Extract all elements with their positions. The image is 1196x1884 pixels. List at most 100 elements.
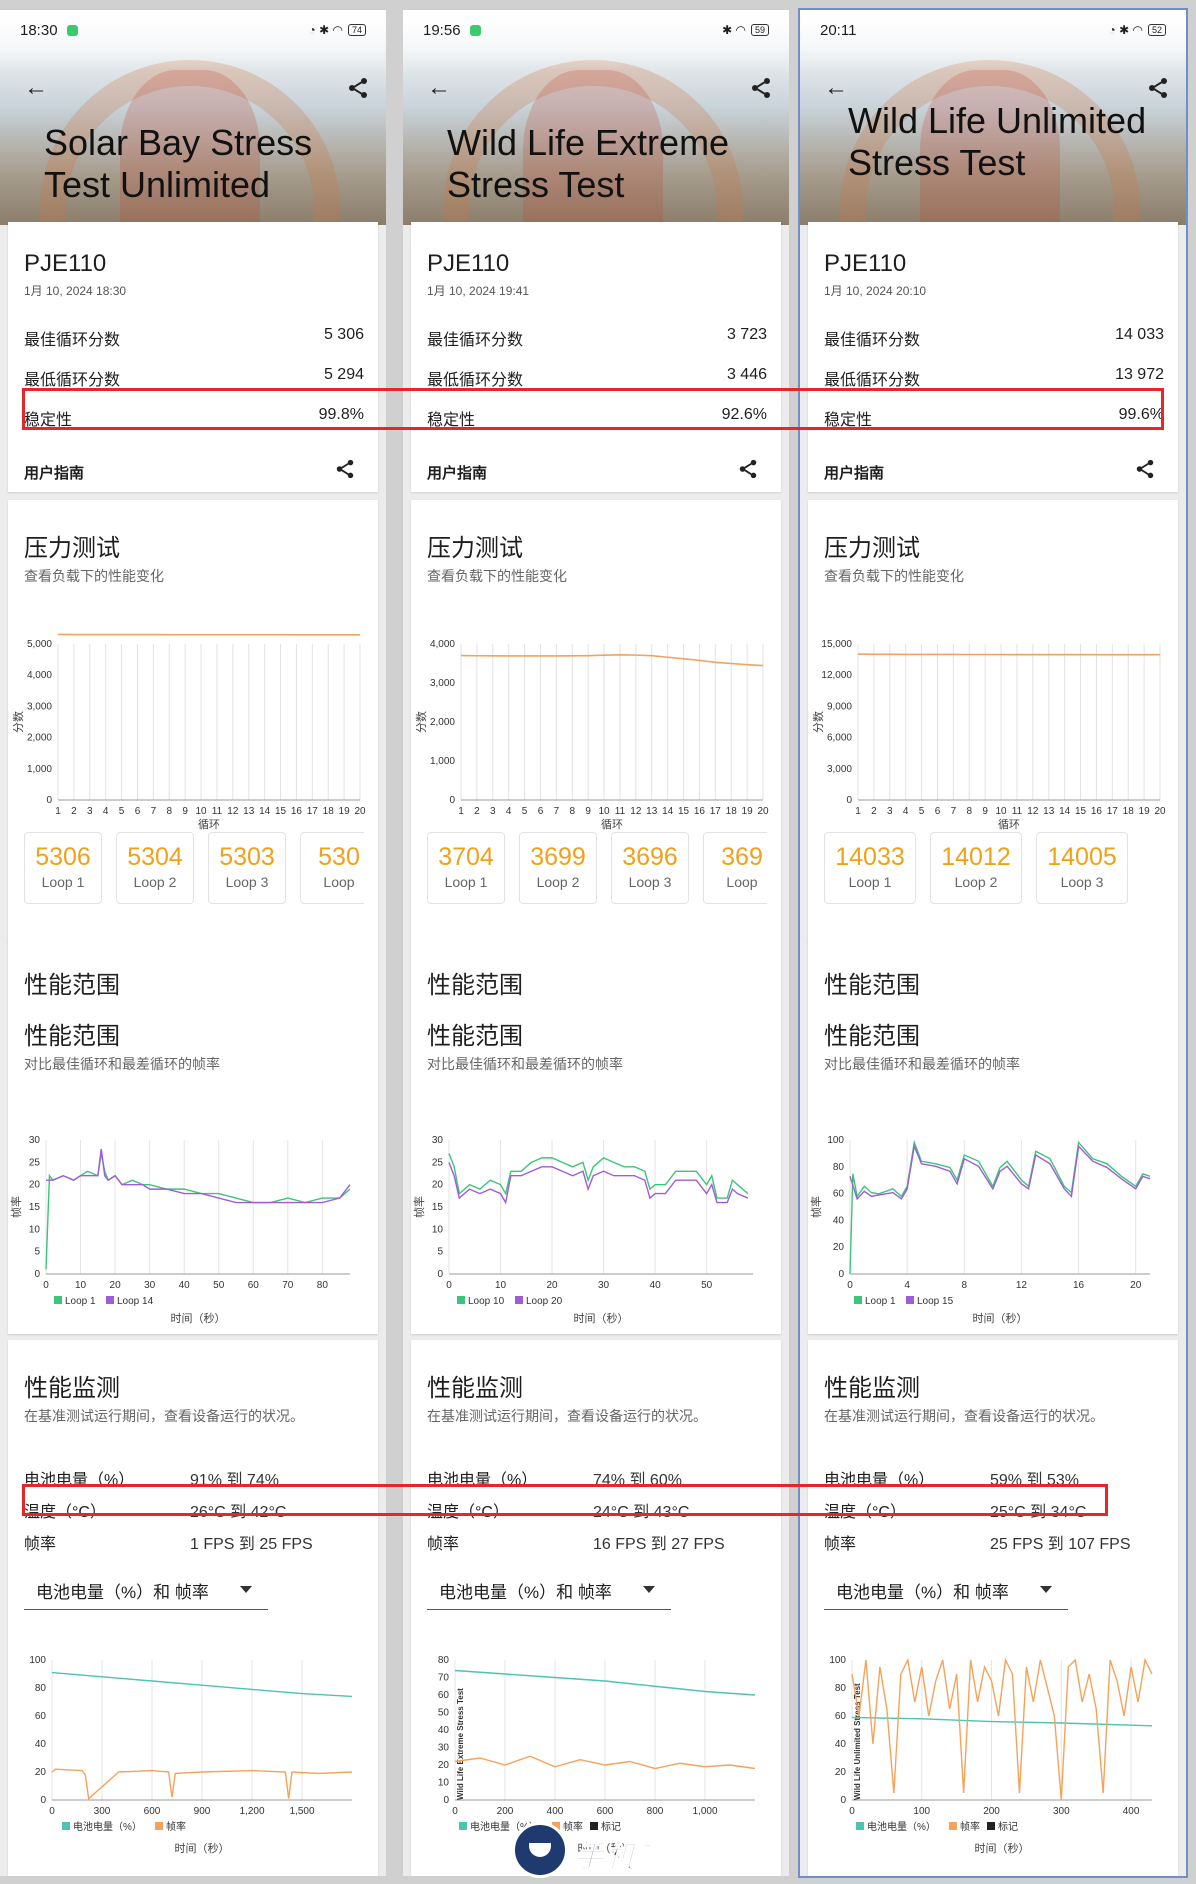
range-title-ghost: 性能范围 [24, 972, 120, 999]
legend-swatch [949, 1822, 957, 1830]
side-label: Wild Life Extreme Stress Test [456, 1688, 465, 1800]
x-axis-label: 时间（秒） [975, 1841, 1030, 1855]
y-tick-label: 20 [438, 1760, 450, 1771]
back-arrow-icon[interactable]: ← [427, 76, 451, 100]
y-tick-label: 20 [835, 1767, 847, 1778]
panel-wild-life-extreme: 19:56 ✱ ◠ 59 ← Wild Life Extreme Stress T… [403, 10, 789, 1876]
loop-score-tile[interactable]: 369 Loop [703, 832, 767, 904]
y-tick-label: 20 [29, 1180, 41, 1191]
x-tick-label: 6 [538, 806, 544, 817]
x-tick-label: 13 [1043, 806, 1055, 817]
x-tick-label: 0 [847, 1280, 853, 1291]
monitor-label: 帧率 [824, 1536, 857, 1553]
device-name: PJE110 [824, 250, 907, 277]
y-tick-label: 80 [438, 1655, 450, 1666]
benchmark-title: Wild Life Unlimited Stress Test [848, 100, 1147, 183]
user-guide-link[interactable]: 用户指南 [824, 462, 884, 483]
loop-score-tile[interactable]: 14012 Loop 2 [930, 832, 1022, 904]
y-tick-label: 10 [432, 1224, 444, 1235]
legend-label: 电池电量（%） [867, 1820, 936, 1833]
test-date: 1月 10, 2024 20:10 [824, 284, 927, 298]
y-tick-label: 3,000 [430, 678, 455, 689]
x-tick-label: 0 [452, 1806, 458, 1817]
stat-value: 5 294 [323, 366, 364, 383]
metric-dropdown[interactable]: 电池电量（%）和 帧率 [427, 1570, 671, 1610]
share-icon[interactable] [346, 76, 370, 100]
x-tick-label: 20 [1154, 806, 1166, 817]
loop-score-tile[interactable]: 530 Loop [300, 832, 364, 904]
back-arrow-icon[interactable]: ← [824, 76, 848, 100]
share-icon[interactable] [1146, 76, 1170, 100]
x-tick-label: 8 [966, 806, 972, 817]
y-tick-label: 15 [29, 1202, 41, 1213]
x-tick-label: 7 [151, 806, 157, 817]
notification-dot [66, 24, 78, 36]
loop-score-tile[interactable]: 14005 Loop 3 [1036, 832, 1128, 904]
loop-score-tile[interactable]: 5304 Loop 2 [116, 832, 194, 904]
x-tick-label: 9 [982, 806, 988, 817]
status-icons: ✱ ◠ 59 [722, 23, 769, 37]
loop-label: Loop 3 [225, 874, 269, 890]
loop-scores[interactable]: 14033 Loop 1 14012 Loop 2 14005 Loop 3 [824, 832, 1164, 914]
loop-scores[interactable]: 5306 Loop 1 5304 Loop 2 5303 Loop 3 530 Loop [24, 832, 364, 914]
stat-label: 最低循环分数 [824, 372, 921, 389]
y-tick-label: 80 [835, 1683, 847, 1694]
x-tick-label: 400 [1123, 1806, 1140, 1817]
notification-dot [469, 24, 481, 36]
x-tick-label: 80 [317, 1280, 329, 1291]
metric-dropdown[interactable]: 电池电量（%）和 帧率 [24, 1570, 268, 1610]
test-date: 1月 10, 2024 19:41 [427, 284, 530, 298]
loop-score-tile[interactable]: 3704 Loop 1 [427, 832, 505, 904]
dropdown-caret-icon [240, 1586, 252, 1593]
watermark-logo: 手机晒晒 [512, 1820, 688, 1880]
x-tick-label: 4 [904, 1280, 910, 1291]
device-name: PJE110 [24, 250, 107, 277]
x-tick-label: 15 [275, 806, 287, 817]
stress-title: 压力测试 [824, 535, 920, 562]
back-arrow-icon[interactable]: ← [24, 76, 48, 100]
y-tick-label: 25 [432, 1157, 444, 1168]
user-guide-link[interactable]: 用户指南 [24, 462, 84, 483]
monitor-label: 帧率 [24, 1536, 57, 1553]
y-tick-label: 10 [438, 1778, 450, 1789]
guide-share-icon[interactable] [334, 458, 356, 480]
x-tick-label: 30 [598, 1280, 610, 1291]
x-tick-label: 17 [307, 806, 319, 817]
guide-share-icon[interactable] [737, 458, 759, 480]
loop-label: Loop 2 [133, 874, 177, 890]
loop-score-tile[interactable]: 3699 Loop 2 [519, 832, 597, 904]
loop-score-tile[interactable]: 5303 Loop 3 [208, 832, 286, 904]
share-icon[interactable] [749, 76, 773, 100]
y-tick-label: 10 [29, 1224, 41, 1235]
y-tick-label: 30 [432, 1135, 444, 1146]
user-guide-link[interactable]: 用户指南 [427, 462, 487, 483]
x-tick-label: 19 [742, 806, 754, 817]
loop-score-value: 14033 [835, 843, 905, 871]
x-tick-label: 5 [919, 806, 925, 817]
loop-score-tile[interactable]: 3696 Loop 3 [611, 832, 689, 904]
y-tick-label: 15,000 [821, 639, 852, 650]
best-loop-row: 最佳循环分数 14 033 [824, 326, 1164, 350]
x-axis-label: 时间（秒） [574, 1311, 629, 1325]
stat-value: 13 972 [1115, 366, 1164, 383]
y-axis-label: 帧率 [809, 1196, 823, 1218]
loop-scores[interactable]: 3704 Loop 1 3699 Loop 2 3696 Loop 3 369 Loop [427, 832, 767, 914]
legend-swatch [106, 1296, 114, 1304]
loop-label: Loop 1 [444, 874, 488, 890]
x-tick-label: 1 [855, 806, 861, 817]
stress-subtitle: 查看负载下的性能变化 [427, 568, 567, 584]
metric-dropdown[interactable]: 电池电量（%）和 帧率 [824, 1570, 1068, 1610]
x-tick-label: 600 [597, 1806, 614, 1817]
y-tick-label: 0 [46, 795, 52, 806]
loop-score-tile[interactable]: 14033 Loop 1 [824, 832, 916, 904]
fps-range-chart: 0 20 40 60 80 100 0 4 8 12 16 20 帧率 Loop 1 Loop 15 时间（秒… [809, 1135, 1151, 1325]
status-bar: 18:30 ◔ ✱ ◠ 74 [0, 10, 386, 50]
y-tick-label: 0 [437, 1269, 443, 1280]
x-tick-label: 20 [110, 1280, 122, 1291]
legend-label: Loop 1 [865, 1296, 896, 1307]
guide-share-icon[interactable] [1134, 458, 1156, 480]
x-tick-label: 20 [354, 806, 366, 817]
monitor-subtitle: 在基准测试运行期间，查看设备运行的状况。 [427, 1408, 707, 1424]
x-tick-label: 0 [446, 1280, 452, 1291]
loop-score-tile[interactable]: 5306 Loop 1 [24, 832, 102, 904]
